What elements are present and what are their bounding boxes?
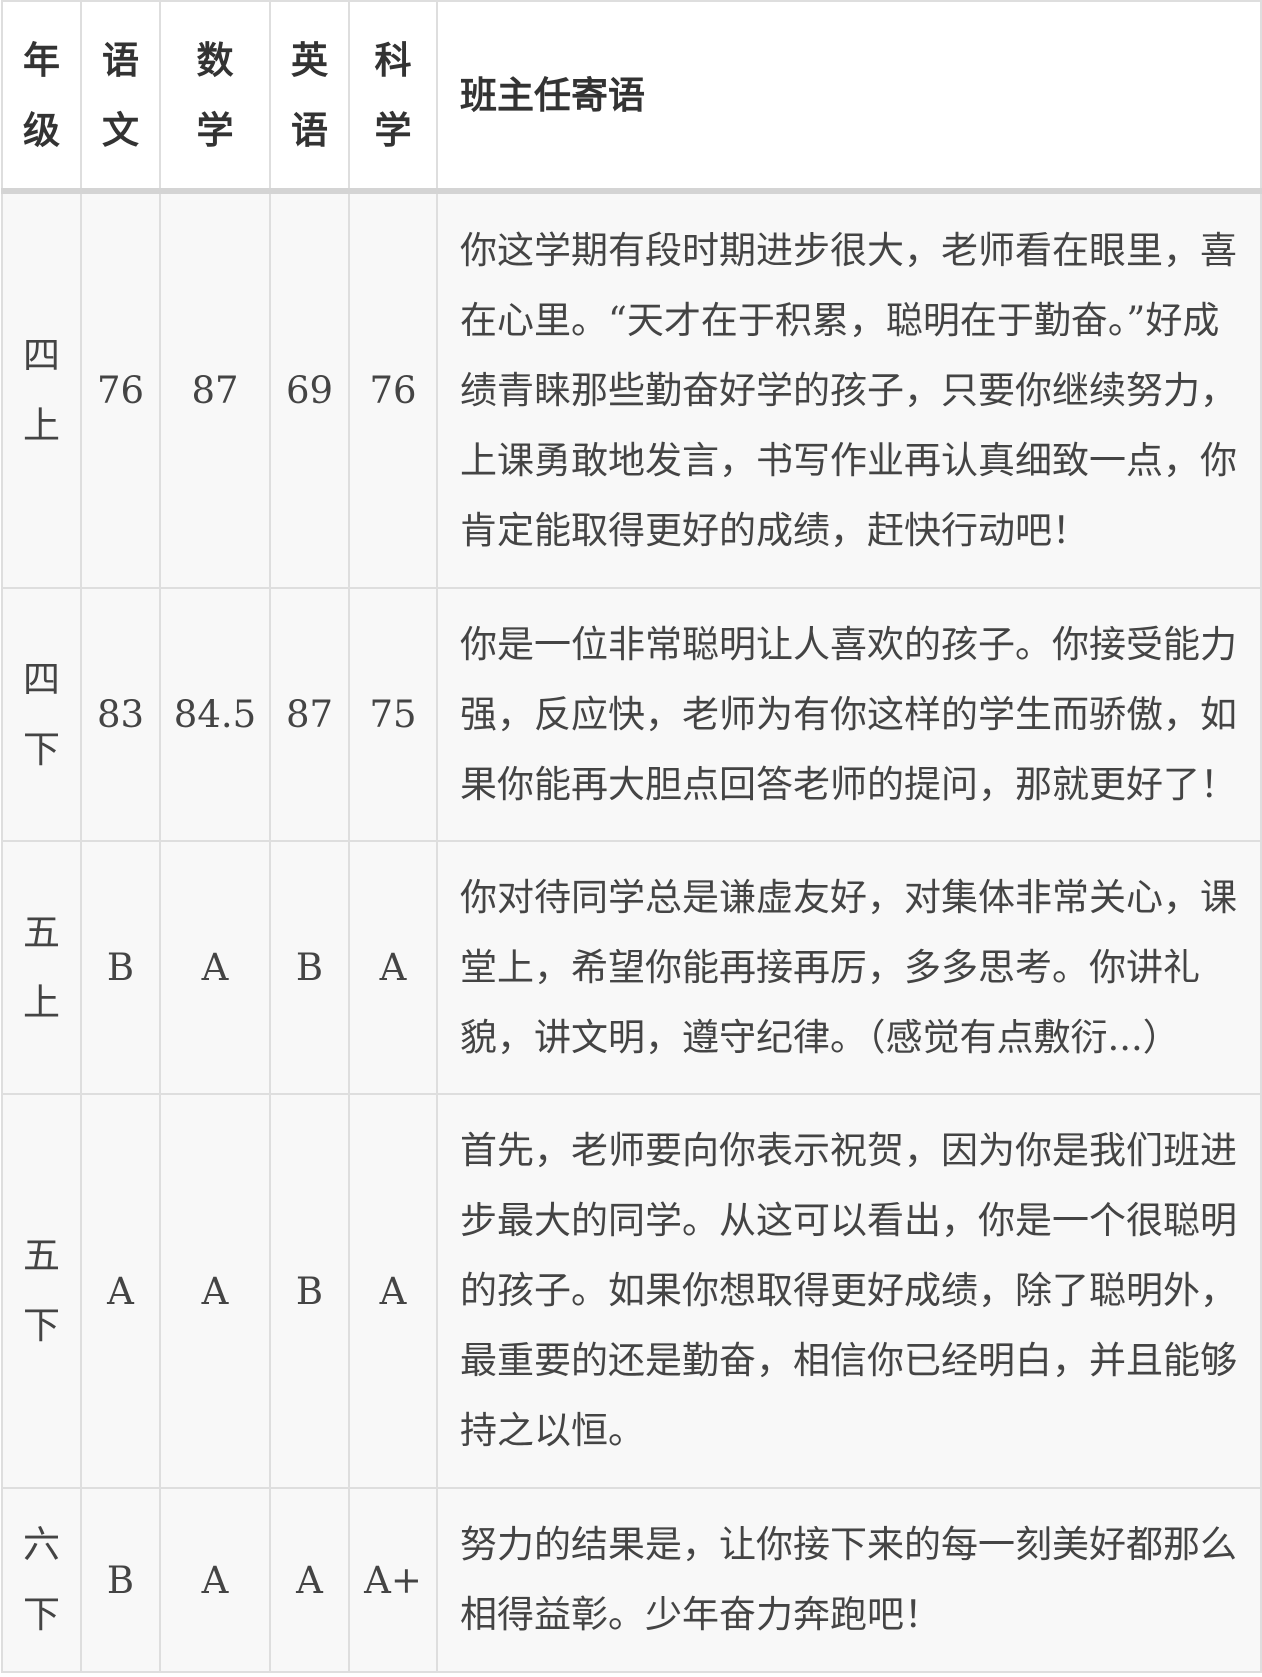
header-comment: 班主任寄语 [436,0,1262,194]
science-score: A [348,840,438,1095]
table-row: 六下 B A A A+ 努力的结果是，让你接下来的每一刻美好都那么相得益彰。少年… [1,1487,1262,1673]
grade-cell: 四上 [1,190,82,589]
grade-cell: 六下 [1,1487,82,1673]
chinese-score: A [80,1093,161,1489]
teacher-comment: 努力的结果是，让你接下来的每一刻美好都那么相得益彰。少年奋力奔跑吧！ [436,1487,1262,1673]
chinese-score: B [80,1487,161,1673]
teacher-comment: 首先，老师要向你表示祝贺，因为你是我们班进步最大的同学。从这可以看出，你是一个很… [436,1093,1262,1489]
chinese-score: 76 [80,190,161,589]
science-score: 76 [348,190,438,589]
math-score: 84.5 [159,587,271,842]
chinese-score: B [80,840,161,1095]
header-grade: 年级 [1,0,82,194]
table-row: 四上 76 87 69 76 你这学期有段时期进步很大，老师看在眼里，喜在心里。… [1,190,1262,589]
english-score: 87 [269,587,350,842]
grade-cell: 五上 [1,840,82,1095]
math-score: A [159,840,271,1095]
english-score: 69 [269,190,350,589]
chinese-score: 83 [80,587,161,842]
header-math: 数学 [159,0,271,194]
math-score: A [159,1487,271,1673]
english-score: B [269,1093,350,1489]
english-score: B [269,840,350,1095]
table-row: 五上 B A B A 你对待同学总是谦虚友好，对集体非常关心，课堂上，希望你能再… [1,840,1262,1095]
english-score: A [269,1487,350,1673]
science-score: A+ [348,1487,438,1673]
header-science: 科学 [348,0,438,194]
table-header-row: 年级 语文 数学 英语 科学 班主任寄语 [1,0,1262,194]
grade-cell: 五下 [1,1093,82,1489]
grade-cell: 四下 [1,587,82,842]
science-score: A [348,1093,438,1489]
table-row: 五下 A A B A 首先，老师要向你表示祝贺，因为你是我们班进步最大的同学。从… [1,1093,1262,1489]
header-chinese: 语文 [80,0,161,194]
header-english: 英语 [269,0,350,194]
science-score: 75 [348,587,438,842]
math-score: 87 [159,190,271,589]
teacher-comment: 你这学期有段时期进步很大，老师看在眼里，喜在心里。“天才在于积累，聪明在于勤奋。… [436,190,1262,589]
table-row: 四下 83 84.5 87 75 你是一位非常聪明让人喜欢的孩子。你接受能力强，… [1,587,1262,842]
grade-report-table: 年级 语文 数学 英语 科学 班主任寄语 四上 76 87 69 76 你这学期… [1,0,1262,1673]
math-score: A [159,1093,271,1489]
teacher-comment: 你对待同学总是谦虚友好，对集体非常关心，课堂上，希望你能再接再厉，多多思考。你讲… [436,840,1262,1095]
teacher-comment: 你是一位非常聪明让人喜欢的孩子。你接受能力强，反应快，老师为有你这样的学生而骄傲… [436,587,1262,842]
